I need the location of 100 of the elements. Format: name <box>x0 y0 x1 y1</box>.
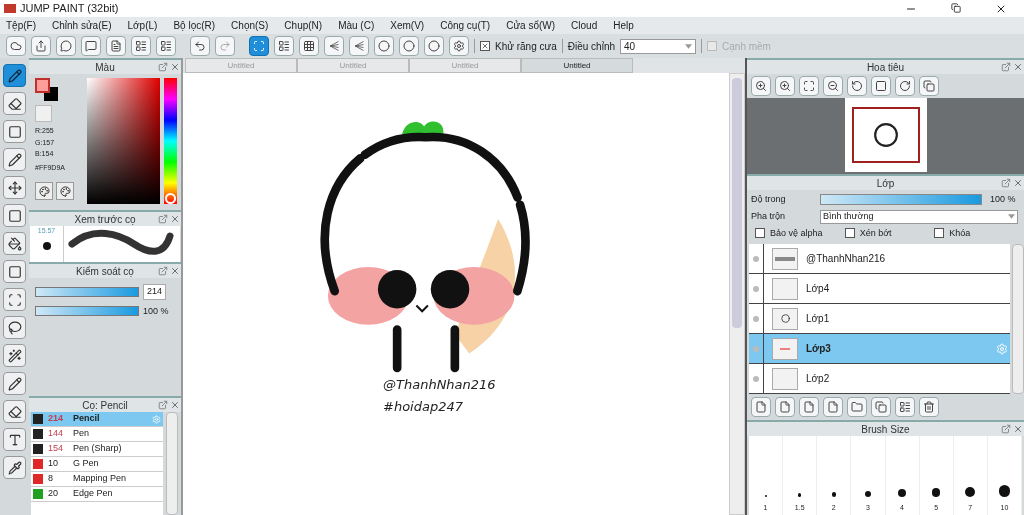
snap-button[interactable] <box>299 36 319 56</box>
undo-button[interactable] <box>190 36 210 56</box>
navigator-button[interactable] <box>775 76 795 96</box>
snap-button[interactable] <box>374 36 394 56</box>
navigator-button[interactable] <box>847 76 867 96</box>
snap-button[interactable] <box>274 36 294 56</box>
opacity-slider-fill[interactable] <box>821 195 981 205</box>
brush-item[interactable]: 20 Edge Pen <box>31 487 163 502</box>
color-gradient[interactable] <box>86 78 161 204</box>
transparent-swatch[interactable] <box>35 105 52 122</box>
menu-item[interactable]: Cloud <box>571 18 598 33</box>
adjust-dropdown[interactable]: 40 <box>620 38 697 54</box>
menu-item[interactable]: Chụp(N) <box>284 18 323 33</box>
snap-button[interactable] <box>349 36 369 56</box>
snap-button[interactable] <box>399 36 419 56</box>
undock-icon[interactable] <box>158 214 168 224</box>
value-field[interactable]: 214 <box>143 284 167 300</box>
checkbox[interactable] <box>844 228 855 239</box>
foreground-swatch[interactable] <box>35 78 50 93</box>
toolbar-button[interactable] <box>106 36 126 56</box>
tool-button[interactable] <box>3 260 26 283</box>
menu-item[interactable]: Màu (C) <box>338 18 375 33</box>
tool-button[interactable] <box>3 64 26 87</box>
layer-thumbnail <box>772 277 798 300</box>
tool-button[interactable] <box>3 456 26 479</box>
menu-item[interactable]: Công cụ(T) <box>440 18 491 33</box>
tool-button[interactable] <box>3 148 26 171</box>
toolbar-button[interactable] <box>81 36 101 56</box>
layer-action-button[interactable] <box>871 397 891 417</box>
tool-button[interactable] <box>3 120 26 143</box>
brush-item[interactable]: 8 Mapping Pen <box>31 472 163 487</box>
toolbar-button[interactable] <box>131 36 151 56</box>
background-swatch[interactable] <box>44 87 58 101</box>
layer-row[interactable]: Lớp4 <box>749 274 1010 304</box>
brush-item[interactable]: 10 G Pen <box>31 457 163 472</box>
checkbox[interactable] <box>934 228 945 239</box>
menu-item[interactable]: Cửa sổ(W) <box>506 18 556 33</box>
hue-thumb[interactable] <box>165 193 177 204</box>
tool-button[interactable] <box>3 92 26 115</box>
slider-fill[interactable] <box>36 287 138 296</box>
blend-dropdown[interactable]: Bình thường <box>820 209 1018 224</box>
toolbar-button[interactable] <box>6 36 26 56</box>
scrollbar[interactable] <box>1012 244 1024 394</box>
slider-fill[interactable] <box>36 307 138 316</box>
tool-button[interactable] <box>3 372 26 395</box>
tool-button[interactable] <box>3 344 26 367</box>
tool-button[interactable] <box>3 204 26 227</box>
brush-item[interactable]: 144 Pen <box>31 427 163 442</box>
undock-icon[interactable] <box>1001 178 1011 188</box>
navigator-button[interactable] <box>799 76 819 96</box>
snap-button[interactable] <box>424 36 444 56</box>
menu-item[interactable]: Lớp(L) <box>127 18 158 33</box>
menu-item[interactable]: Bộ lọc(R) <box>173 18 216 33</box>
snap-button[interactable] <box>324 36 344 56</box>
palette-button[interactable] <box>35 182 53 200</box>
menu-item[interactable]: Help <box>613 18 634 33</box>
tool-button[interactable] <box>3 176 26 199</box>
caret-icon[interactable] <box>1008 214 1015 219</box>
layer-row[interactable]: Lớp1 <box>749 304 1010 334</box>
drawing-canvas[interactable]: @ThanhNhan216 #hoidap247 <box>183 73 729 515</box>
app-logo-icon <box>4 4 16 13</box>
checkbox[interactable] <box>480 41 490 51</box>
navigator-button[interactable] <box>919 76 939 96</box>
menu-item[interactable]: Xem(V) <box>390 18 425 33</box>
undock-icon[interactable] <box>158 62 168 72</box>
brush-item[interactable]: 154 Pen (Sharp) <box>31 442 163 457</box>
navigator-button[interactable] <box>895 76 915 96</box>
menu-item[interactable]: Tệp(F) <box>6 18 36 33</box>
toolbar-button[interactable] <box>56 36 76 56</box>
caret-icon[interactable] <box>685 43 693 49</box>
brush-item[interactable]: 214 Pencil <box>31 412 163 427</box>
tool-button[interactable] <box>3 316 26 339</box>
checkbox[interactable] <box>755 228 765 239</box>
snap-button[interactable] <box>249 36 269 56</box>
tool-button[interactable] <box>3 400 26 423</box>
layer-action-button[interactable] <box>919 397 939 417</box>
scrollbar[interactable] <box>729 73 745 515</box>
palette-button[interactable] <box>56 182 74 200</box>
navigator-button[interactable] <box>823 76 843 96</box>
undock-icon[interactable] <box>1001 424 1011 434</box>
layer-row[interactable]: Lớp3 <box>749 334 1010 364</box>
navigator-button[interactable] <box>751 76 771 96</box>
layer-row[interactable]: @ThanhNhan216 <box>749 244 1010 274</box>
restore-icon[interactable] <box>951 2 961 13</box>
toolbar-button[interactable] <box>156 36 176 56</box>
snap-button[interactable] <box>449 36 469 56</box>
navigator-button[interactable] <box>871 76 891 96</box>
text-icon <box>7 432 22 447</box>
tool-button[interactable] <box>3 428 26 451</box>
layer-row[interactable]: Lớp2 <box>749 364 1010 394</box>
menu-item[interactable]: Chọn(S) <box>231 18 269 33</box>
undock-icon[interactable] <box>158 266 168 276</box>
undock-icon[interactable] <box>158 400 168 410</box>
hue-slider[interactable] <box>164 78 177 204</box>
layer-action-button[interactable] <box>895 397 915 417</box>
scrollbar[interactable] <box>166 412 178 515</box>
menu-item[interactable]: Chỉnh sửa(E) <box>52 18 112 33</box>
undock-icon[interactable] <box>1001 62 1011 72</box>
document-tab[interactable]: Untitled <box>521 58 633 73</box>
tool-button[interactable] <box>3 232 26 255</box>
